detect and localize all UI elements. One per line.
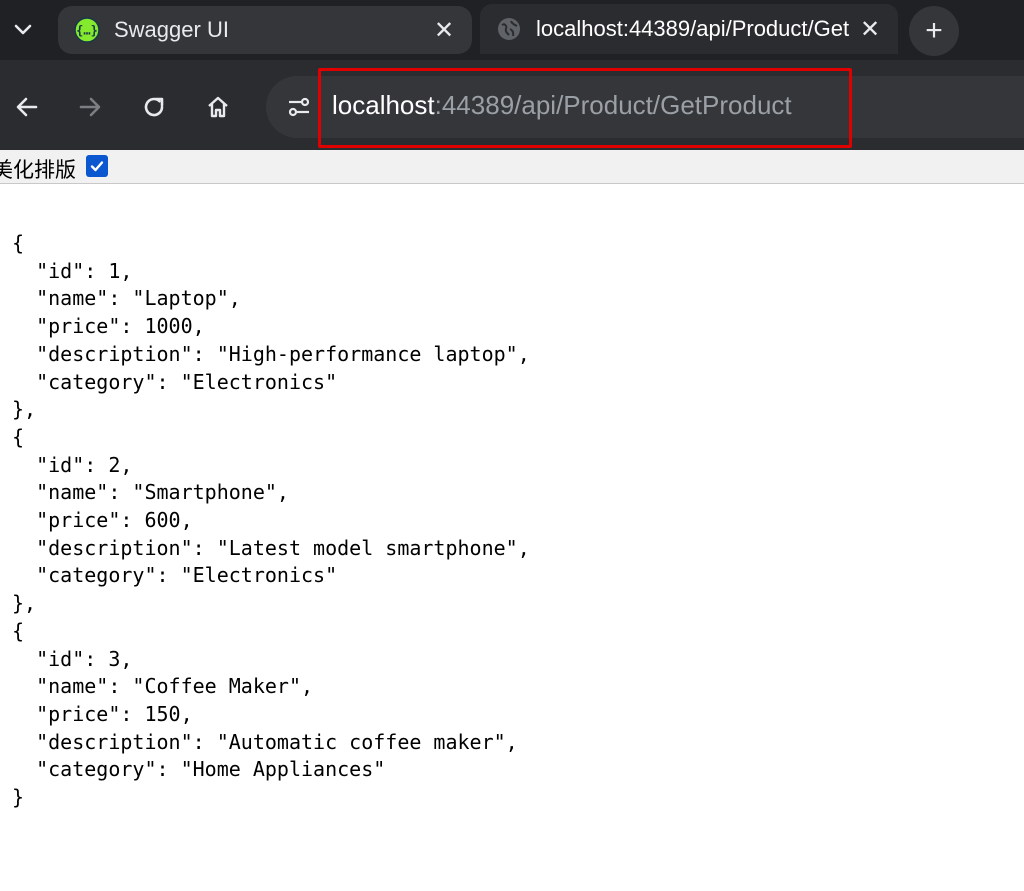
forward-arrow-icon[interactable]	[67, 84, 113, 130]
pretty-print-bar: 美化排版	[0, 150, 1024, 184]
checkmark-icon	[90, 161, 104, 172]
pretty-print-label: 美化排版	[0, 158, 76, 182]
swagger-icon: {…}	[74, 17, 100, 43]
url-highlight-annotation	[318, 68, 852, 148]
site-info-tune-icon[interactable]	[278, 86, 320, 128]
svg-text:{…}: {…}	[76, 24, 98, 38]
tab-swagger-ui[interactable]: {…} Swagger UI ✕	[58, 6, 472, 54]
back-arrow-icon[interactable]	[4, 84, 50, 130]
tab-search-chevron-down-icon[interactable]	[6, 10, 40, 50]
new-tab-plus-icon[interactable]: +	[909, 6, 959, 56]
reload-icon[interactable]	[131, 84, 177, 130]
browser-chrome: {…} Swagger UI ✕ localhost:44389/api/Pro…	[0, 0, 1024, 150]
tab-title: Swagger UI	[114, 17, 229, 42]
globe-icon	[496, 16, 522, 42]
tab-close-icon[interactable]: ✕	[424, 10, 464, 50]
tab-strip: {…} Swagger UI ✕ localhost:44389/api/Pro…	[0, 0, 1024, 60]
tab-title: localhost:44389/api/Product/GetProduct	[536, 16, 850, 41]
tab-close-icon[interactable]: ✕	[850, 9, 890, 49]
home-icon[interactable]	[195, 84, 241, 130]
tab-localhost-getproduct[interactable]: localhost:44389/api/Product/GetProduct ✕	[480, 4, 898, 54]
pretty-print-checkbox[interactable]	[86, 155, 108, 177]
json-response-body: { "id": 1, "name": "Laptop", "price": 10…	[12, 231, 530, 810]
